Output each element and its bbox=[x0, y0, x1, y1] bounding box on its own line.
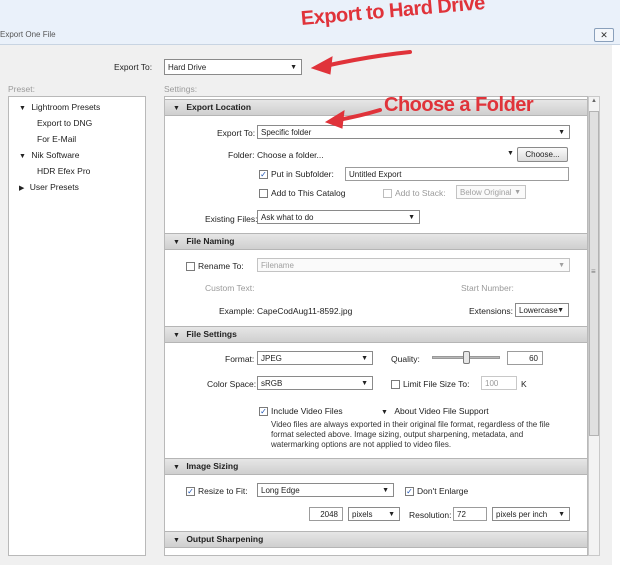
annotation-arrows bbox=[310, 50, 412, 129]
arrow-head bbox=[310, 56, 333, 75]
arrow-head bbox=[324, 110, 345, 129]
arrow-to-export-select bbox=[323, 50, 412, 68]
